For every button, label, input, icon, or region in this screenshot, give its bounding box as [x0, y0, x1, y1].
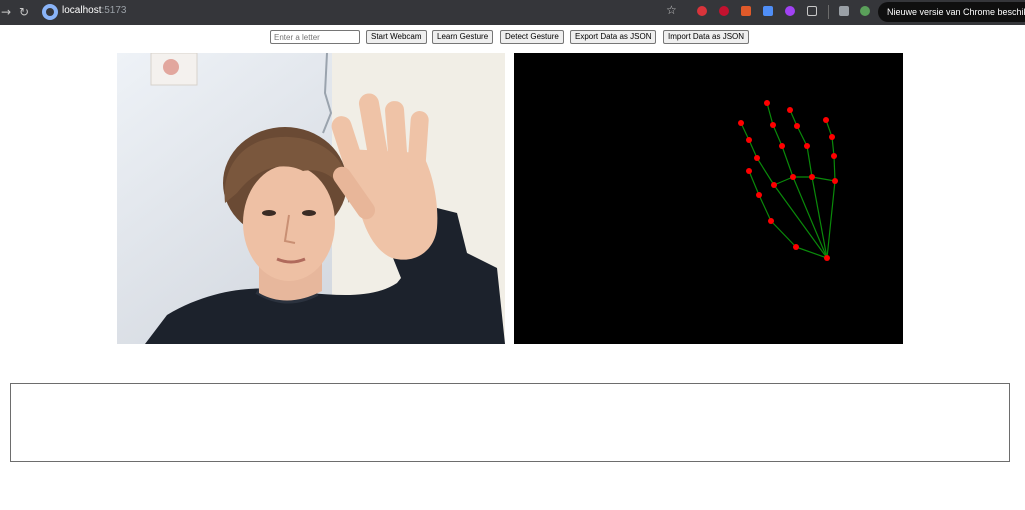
hand-landmark: [770, 122, 776, 128]
hand-landmark: [809, 174, 815, 180]
hand-landmark: [794, 123, 800, 129]
chrome-update-notice[interactable]: Nieuwe versie van Chrome beschikbaar: [878, 2, 1025, 22]
reload-icon[interactable]: ↻: [16, 4, 32, 20]
extension-icon[interactable]: [785, 6, 795, 16]
webcam-video: [117, 53, 505, 344]
hand-connection: [758, 194, 772, 222]
hand-landmark: [764, 100, 770, 106]
extension-icon[interactable]: [697, 6, 707, 16]
hand-connection: [811, 176, 836, 182]
hand-landmark: [768, 218, 774, 224]
hand-landmark: [793, 244, 799, 250]
hand-landmark: [771, 182, 777, 188]
hand-connection: [748, 170, 760, 196]
hand-connection: [826, 180, 836, 259]
extension-icon[interactable]: [719, 6, 729, 16]
learn-gesture-button[interactable]: Learn Gesture: [432, 30, 494, 44]
detect-gesture-button[interactable]: Detect Gesture: [500, 30, 564, 44]
landmark-canvas: [514, 53, 903, 344]
hand-landmark: [829, 134, 835, 140]
hand-connection: [806, 145, 813, 178]
browser-toolbar: → ↻ localhost:5173 ☆ Nieuwe versie van C…: [0, 0, 1025, 25]
url-host: localhost: [62, 5, 102, 16]
hand-landmark: [756, 192, 762, 198]
extension-icon[interactable]: [741, 6, 751, 16]
extension-icon[interactable]: [839, 6, 849, 16]
hand-landmark: [787, 107, 793, 113]
hand-connection: [796, 125, 808, 147]
hand-skeleton: [738, 100, 838, 261]
result-output: [10, 383, 1010, 462]
hand-connection: [770, 220, 797, 248]
webcam-frame: [117, 53, 505, 344]
hand-landmark: [790, 174, 796, 180]
controls-bar: Start Webcam Learn Gesture Detect Gestur…: [0, 30, 1025, 46]
toolbar-separator: [828, 5, 829, 19]
hand-connection: [811, 176, 828, 259]
hand-landmark: [824, 255, 830, 261]
hand-connection: [772, 124, 783, 147]
extension-icon[interactable]: [763, 6, 773, 16]
hand-landmark: [831, 153, 837, 159]
start-webcam-button[interactable]: Start Webcam: [366, 30, 427, 44]
letter-input[interactable]: [270, 30, 360, 44]
hand-connection: [773, 176, 794, 186]
import-json-button[interactable]: Import Data as JSON: [663, 30, 750, 44]
hand-landmark: [754, 155, 760, 161]
hand-landmark: [804, 143, 810, 149]
hand-landmark: [746, 137, 752, 143]
hand-connection: [756, 157, 775, 186]
hand-landmark: [738, 120, 744, 126]
address-bar[interactable]: localhost:5173: [62, 5, 127, 16]
export-json-button[interactable]: Export Data as JSON: [570, 30, 657, 44]
site-info-icon[interactable]: [42, 4, 58, 20]
hand-landmark: [746, 168, 752, 174]
back-arrow-icon[interactable]: →: [0, 4, 14, 20]
extension-icon[interactable]: [860, 6, 870, 16]
url-port: :5173: [101, 5, 127, 16]
hand-connection: [833, 155, 836, 182]
hand-landmark: [823, 117, 829, 123]
hand-connection: [781, 145, 794, 178]
bookmark-star-icon[interactable]: ☆: [666, 3, 677, 17]
hand-landmark: [779, 143, 785, 149]
puzzle-icon[interactable]: [807, 6, 817, 16]
hand-landmark: [832, 178, 838, 184]
hand-connection: [766, 102, 774, 126]
